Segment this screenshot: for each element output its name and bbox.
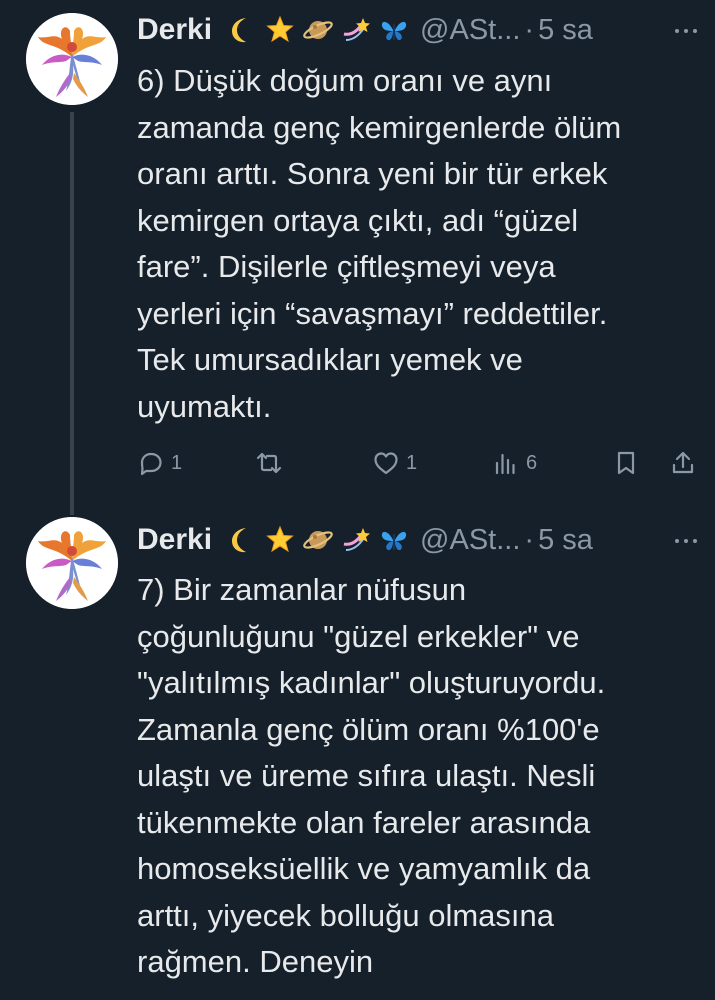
author-name[interactable]: Derki bbox=[137, 13, 212, 47]
more-options-icon[interactable] bbox=[671, 526, 701, 556]
bookmark-icon bbox=[617, 451, 635, 475]
reply-icon bbox=[140, 452, 162, 476]
more-options-icon[interactable] bbox=[671, 16, 701, 46]
tweet-header: Derki @ASt... · 5 sa bbox=[137, 10, 701, 50]
views-button[interactable]: 6 bbox=[492, 445, 537, 481]
header-separator: · bbox=[524, 13, 535, 46]
avatar[interactable] bbox=[26, 13, 118, 105]
author-name[interactable]: Derki bbox=[137, 523, 212, 557]
crescent-moon-icon bbox=[226, 14, 258, 46]
share-button[interactable] bbox=[669, 445, 697, 481]
bookmark-button[interactable] bbox=[612, 445, 640, 481]
retweet-icon bbox=[256, 452, 282, 474]
name-emojis bbox=[226, 524, 410, 556]
name-emojis bbox=[226, 14, 410, 46]
crescent-moon-icon bbox=[226, 524, 258, 556]
shooting-star-icon bbox=[340, 14, 372, 46]
like-count: 1 bbox=[406, 451, 418, 474]
tweet-text: 6) Düşük doğum oranı ve aynı zamanda gen… bbox=[137, 63, 622, 424]
phoenix-avatar-image bbox=[26, 13, 118, 105]
heart-icon bbox=[374, 452, 398, 475]
thread-connector-line bbox=[70, 112, 74, 505]
thread-connector-line bbox=[70, 505, 74, 515]
glowing-star-icon bbox=[264, 524, 296, 556]
tweet-timestamp[interactable]: 5 sa bbox=[538, 524, 593, 557]
retweet-button[interactable] bbox=[255, 445, 289, 481]
butterfly-icon bbox=[378, 14, 410, 46]
tweet[interactable]: Derki @ASt... · 5 sa 6) Düşük doğum oran… bbox=[0, 0, 715, 505]
header-separator: · bbox=[524, 523, 535, 556]
ringed-planet-icon bbox=[302, 524, 334, 556]
shooting-star-icon bbox=[340, 524, 372, 556]
tweet-actions: 1 1 6 bbox=[137, 445, 697, 485]
phoenix-avatar-image bbox=[26, 517, 118, 609]
ringed-planet-icon bbox=[302, 14, 334, 46]
author-handle[interactable]: @ASt... bbox=[420, 14, 520, 47]
avatar[interactable] bbox=[26, 517, 118, 609]
like-button[interactable]: 1 bbox=[372, 445, 417, 481]
reply-count: 1 bbox=[171, 451, 183, 474]
tweet-header: Derki @ASt... · 5 sa bbox=[137, 520, 701, 560]
tweet[interactable]: Derki @ASt... · 5 sa 7) Bir zamanlar nüf… bbox=[0, 505, 715, 1000]
glowing-star-icon bbox=[264, 14, 296, 46]
tweet-text: 7) Bir zamanlar nüfusun çoğunluğunu "güz… bbox=[137, 572, 606, 979]
tweet-timestamp[interactable]: 5 sa bbox=[538, 14, 593, 47]
views-chart-icon bbox=[495, 453, 515, 475]
views-count: 6 bbox=[526, 451, 538, 474]
butterfly-icon bbox=[378, 524, 410, 556]
share-icon bbox=[672, 451, 694, 474]
reply-button[interactable]: 1 bbox=[137, 445, 182, 481]
author-handle[interactable]: @ASt... bbox=[420, 524, 520, 557]
